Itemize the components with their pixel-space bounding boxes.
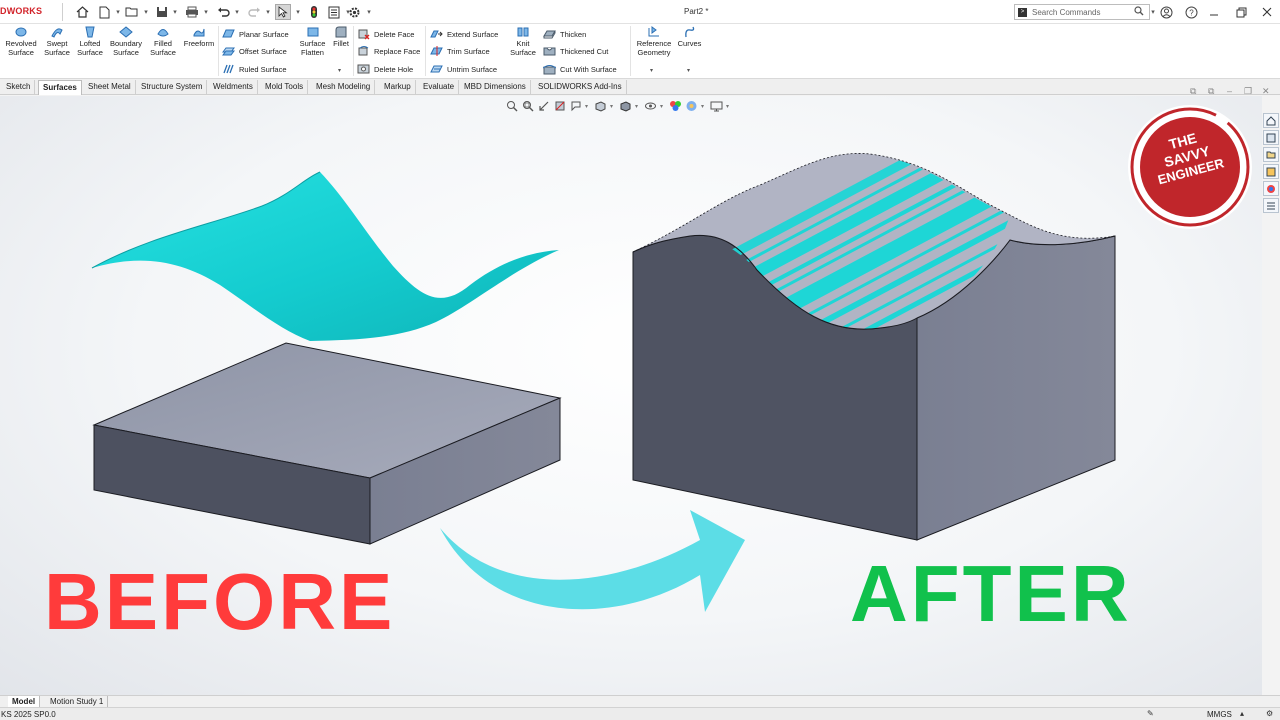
design-library-icon[interactable] <box>1263 130 1279 145</box>
solidworks-resources-icon[interactable] <box>1263 113 1279 128</box>
after-solid <box>632 153 1116 541</box>
rebuild-status-icon[interactable]: ✎ <box>1147 709 1154 718</box>
wavy-surface <box>92 172 559 341</box>
unit-system[interactable]: MMGS <box>1207 710 1232 719</box>
status-bar: KS 2025 SP0.0 ✎ MMGS ▴ ⚙ <box>0 707 1280 720</box>
version-text: KS 2025 SP0.0 <box>1 710 56 719</box>
before-label: BEFORE <box>44 557 396 646</box>
appearances-icon[interactable] <box>1263 181 1279 196</box>
file-explorer-icon[interactable] <box>1263 147 1279 162</box>
custom-properties-icon[interactable] <box>1263 198 1279 213</box>
before-block <box>92 342 562 545</box>
transform-arrow-icon <box>440 510 745 612</box>
after-label: AFTER <box>850 549 1132 638</box>
view-palette-icon[interactable] <box>1263 164 1279 179</box>
before-cyan-surface <box>91 171 559 341</box>
units-dropdown-icon[interactable]: ▴ <box>1240 709 1244 718</box>
task-pane-tabs <box>1262 112 1280 216</box>
status-options-icon[interactable]: ⚙ <box>1266 709 1273 718</box>
model-tabs-bar: Model Motion Study 1 <box>0 695 1280 708</box>
